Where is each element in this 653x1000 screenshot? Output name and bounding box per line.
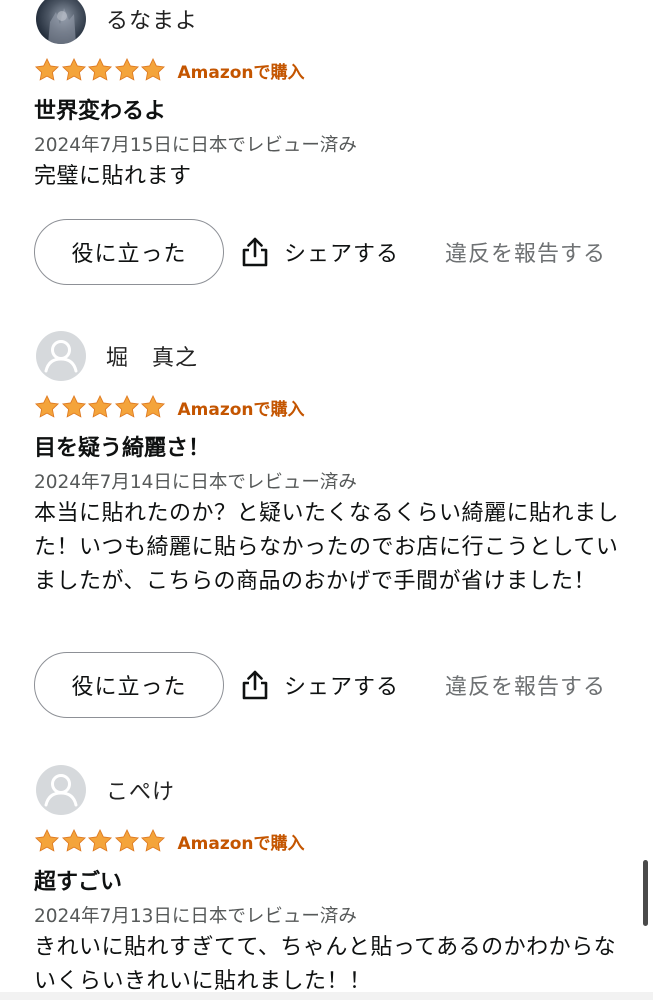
helpful-button[interactable]: 役に立った <box>34 652 224 718</box>
avatar <box>36 331 86 381</box>
default-avatar-icon <box>37 332 85 380</box>
report-abuse-link[interactable]: 違反を報告する <box>445 219 606 285</box>
star-icon <box>34 57 60 81</box>
reviews-page: るなまよ Amazonで購入 世界変わるよ 2024年7月15日に日本でレビュー… <box>0 0 653 1000</box>
share-icon <box>242 237 268 267</box>
share-label: シェアする <box>284 675 400 700</box>
reviewer-name: るなまよ <box>106 9 199 34</box>
review-actions: 役に立った シェアする 違反を報告する <box>34 652 634 720</box>
share-icon <box>242 670 268 700</box>
share-label: シェアする <box>284 242 400 267</box>
verified-purchase-badge: Amazonで購入 <box>177 62 305 83</box>
scrollbar-thumb[interactable] <box>643 860 648 926</box>
review-title[interactable]: 世界変わるよ <box>34 93 166 125</box>
reviewer-profile[interactable]: こぺけ <box>36 765 175 815</box>
review-body: 本当に貼れたのか？と疑いたくなるくらい綺麗に貼れました！いつも綺麗に貼らなかった… <box>34 501 620 594</box>
verified-purchase-badge: Amazonで購入 <box>177 399 305 420</box>
star-icon <box>87 57 113 81</box>
rating-row: Amazonで購入 <box>34 828 305 854</box>
rating-row: Amazonで購入 <box>34 57 305 83</box>
star-icon <box>61 394 86 418</box>
star-icon <box>140 394 166 418</box>
rating-row: Amazonで購入 <box>34 394 305 420</box>
star-rating[interactable] <box>34 57 167 83</box>
star-icon <box>114 394 139 418</box>
star-icon <box>61 57 86 81</box>
star-icon <box>114 828 139 852</box>
review-date: 2024年7月14日に日本でレビュー済み <box>34 472 357 493</box>
report-abuse-link[interactable]: 違反を報告する <box>445 652 606 718</box>
review-title[interactable]: 目を疑う綺麗さ！ <box>34 430 210 462</box>
star-icon <box>87 394 113 418</box>
star-icon <box>34 828 60 852</box>
share-button[interactable]: シェアする <box>240 219 399 285</box>
star-icon <box>34 394 60 418</box>
helpful-button[interactable]: 役に立った <box>34 219 224 285</box>
bottom-divider <box>0 992 653 1000</box>
reviewer-profile[interactable]: るなまよ <box>36 0 198 44</box>
reviewer-name: こぺけ <box>106 780 176 805</box>
review-date: 2024年7月15日に日本でレビュー済み <box>34 135 357 156</box>
review-actions: 役に立った シェアする 違反を報告する <box>34 219 634 287</box>
review-body: きれいに貼れすぎてて、ちゃんと貼ってあるのかわからないくらいきれいに貼れました！… <box>34 935 617 994</box>
star-icon <box>87 828 113 852</box>
review-body: 完璧に貼れます <box>34 164 192 189</box>
star-icon <box>140 57 166 81</box>
star-rating[interactable] <box>34 828 167 854</box>
star-icon <box>61 828 86 852</box>
avatar <box>36 0 86 44</box>
review-title[interactable]: 超すごい <box>34 864 122 896</box>
star-icon <box>140 828 166 852</box>
review-date: 2024年7月13日に日本でレビュー済み <box>34 906 357 927</box>
verified-purchase-badge: Amazonで購入 <box>177 833 305 854</box>
star-icon <box>114 57 139 81</box>
default-avatar-icon <box>37 766 85 814</box>
share-button[interactable]: シェアする <box>240 652 399 718</box>
reviewer-profile[interactable]: 堀 真之 <box>36 331 198 381</box>
avatar <box>36 765 86 815</box>
reviewer-name: 堀 真之 <box>106 346 199 371</box>
star-rating[interactable] <box>34 394 167 420</box>
